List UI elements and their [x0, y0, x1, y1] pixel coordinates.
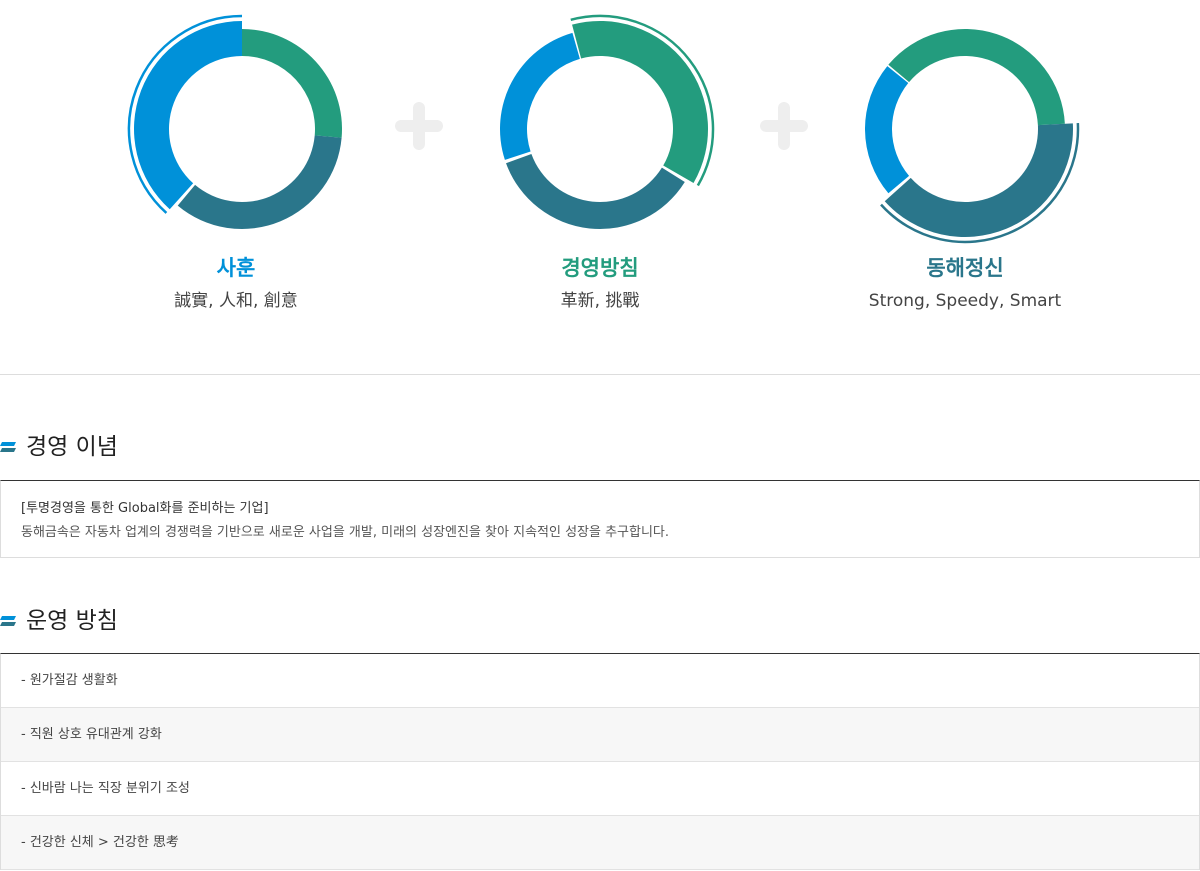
donut-chart-management-policy — [500, 14, 715, 230]
caption-title: 경영방침 — [561, 256, 639, 280]
donut-segment — [572, 21, 708, 184]
caption-management-policy: 경영방침 革新, 挑戰 — [450, 252, 750, 318]
donut-segment — [500, 32, 580, 160]
caption-subtitle: Strong, Speedy, Smart — [868, 291, 1062, 311]
plus-icon — [760, 102, 808, 150]
donut-segment — [506, 153, 685, 230]
donut-segment — [865, 66, 910, 194]
donut-segment — [888, 28, 1065, 126]
heading-bar-icon — [0, 616, 16, 626]
list-item: - 신바람 나는 직장 분위기 조성 — [1, 762, 1199, 816]
philosophy-box: [투명경영을 통한 Global화를 준비하는 기업] 동해금속은 자동차 업계… — [0, 480, 1200, 558]
donut-chart-donghae-spirit — [865, 28, 1080, 244]
donut-segment — [134, 21, 242, 210]
philosophy-description: 동해금속은 자동차 업계의 경쟁력을 기반으로 새로운 사업을 개발, 미래의 … — [21, 525, 670, 540]
heading-bar-icon — [0, 442, 16, 452]
donut-segment — [884, 123, 1073, 237]
donut-segment — [242, 29, 342, 138]
philosophy-slogan: [투명경영을 통한 Global화를 준비하는 기업] — [21, 501, 269, 516]
policy-heading: 운영 방침 — [0, 606, 118, 636]
core-values-section: 사훈 誠實, 人和, 創意 경영방침 革新, 挑戰 동해정신 Strong, S… — [0, 0, 1200, 375]
list-item: - 직원 상호 유대관계 강화 — [1, 708, 1199, 762]
policy-list: - 원가절감 생활화 - 직원 상호 유대관계 강화 - 신바람 나는 직장 분… — [0, 653, 1200, 870]
donut-chart-saheun — [127, 14, 342, 229]
philosophy-heading: 경영 이념 — [0, 432, 118, 462]
donut-segment — [177, 135, 342, 229]
caption-saheun: 사훈 誠實, 人和, 創意 — [86, 252, 386, 318]
list-item: - 원가절감 생활화 — [1, 654, 1199, 708]
caption-subtitle: 誠實, 人和, 創意 — [174, 291, 298, 311]
caption-subtitle: 革新, 挑戰 — [560, 291, 640, 311]
caption-donghae-spirit: 동해정신 Strong, Speedy, Smart — [815, 252, 1115, 318]
plus-icon — [395, 102, 443, 150]
caption-title: 동해정신 — [926, 256, 1004, 280]
policy-title: 운영 방침 — [26, 608, 118, 634]
list-item: - 건강한 신체 > 건강한 思考 — [1, 816, 1199, 870]
caption-title: 사훈 — [216, 256, 256, 280]
philosophy-title: 경영 이념 — [26, 434, 118, 460]
